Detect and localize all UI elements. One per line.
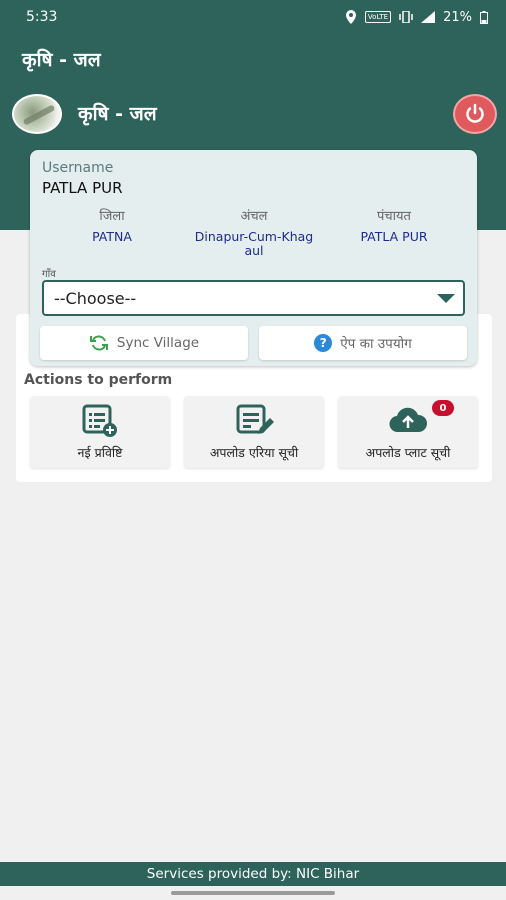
status-bar: 5:33 VoLTE 21%	[0, 0, 506, 34]
home-gesture-bar[interactable]	[171, 891, 335, 895]
sync-icon	[89, 335, 108, 351]
upload-area-list-label: अपलोड एरिया सूची	[209, 445, 299, 460]
district-label: जिला	[99, 209, 125, 224]
panchayat-value: PATLA PUR	[360, 229, 428, 244]
new-entry-icon	[82, 404, 117, 437]
new-entry-tile[interactable]: नई प्रविष्टि	[30, 396, 170, 468]
footer-text: Services provided by: NIC Bihar	[146, 866, 360, 882]
actions-title: Actions to perform	[24, 372, 173, 388]
district-value: PATNA	[92, 229, 132, 244]
location-icon	[345, 10, 356, 24]
app-usage-label: ऐप का उपयोग	[340, 336, 412, 352]
village-label: गाँव	[42, 269, 56, 280]
upload-plot-list-label: अपलोड प्लाट सूची	[365, 445, 451, 460]
vibrate-icon	[399, 11, 413, 23]
upload-area-list-tile[interactable]: अपलोड एरिया सूची	[184, 396, 324, 468]
help-icon: ?	[314, 334, 333, 352]
district-column: जिला PATNA	[42, 206, 182, 244]
battery-icon	[480, 10, 488, 24]
sync-village-button[interactable]: Sync Village	[40, 326, 248, 360]
app-logo-avatar	[12, 94, 62, 134]
panchayat-label: पंचायत	[377, 209, 411, 224]
upload-plot-list-tile[interactable]: 0 अपलोड प्लाट सूची	[338, 396, 478, 468]
edit-list-icon	[236, 404, 274, 434]
sync-village-label: Sync Village	[116, 335, 200, 351]
power-icon	[466, 103, 484, 123]
dropdown-arrow-icon	[437, 294, 455, 303]
cloud-upload-icon	[389, 407, 428, 433]
battery-level: 21%	[443, 9, 472, 25]
block-value: Dinapur-Cum-Khag aul	[194, 229, 314, 258]
username-value: PATLA PUR	[42, 179, 123, 197]
user-info-card: Username PATLA PUR जिला PATNA अंचल Dinap…	[30, 150, 477, 366]
block-label: अंचल	[240, 209, 268, 224]
panchayat-column: पंचायत PATLA PUR	[324, 206, 464, 244]
app-bar: कृषि - जल	[0, 34, 506, 84]
app-bar-title: कृषि - जल	[22, 49, 101, 71]
status-icons: VoLTE 21%	[345, 10, 488, 25]
village-dropdown[interactable]: --Choose--	[42, 280, 465, 316]
app-usage-button[interactable]: ? ऐप का उपयोग	[259, 326, 467, 360]
pending-count-badge: 0	[432, 400, 454, 416]
logout-button[interactable]	[453, 94, 497, 134]
app-name: कृषि - जल	[78, 103, 157, 125]
volte-icon: VoLTE	[364, 11, 392, 23]
village-selected-value: --Choose--	[54, 288, 137, 308]
signal-icon	[421, 11, 436, 23]
new-entry-label: नई प्रविष्टि	[77, 445, 123, 460]
card-button-row: Sync Village ? ऐप का उपयोग	[40, 326, 467, 360]
username-label: Username	[42, 160, 114, 176]
status-time: 5:33	[26, 9, 58, 25]
footer: Services provided by: NIC Bihar	[0, 862, 506, 886]
block-column: अंचल Dinapur-Cum-Khag aul	[184, 206, 324, 258]
